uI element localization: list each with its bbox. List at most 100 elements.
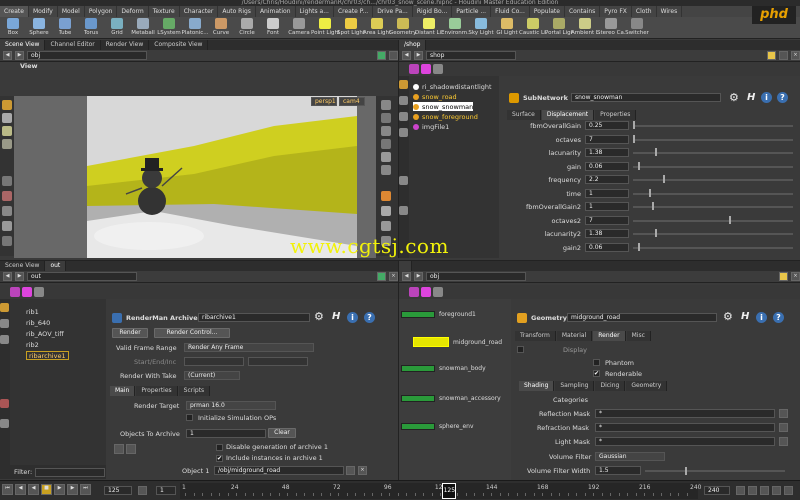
shelf-tab-deform[interactable]: Deform	[117, 6, 149, 17]
stop-icon[interactable]: ■	[41, 484, 52, 495]
param-slider-handle[interactable]	[638, 242, 640, 251]
link-icon[interactable]	[377, 272, 386, 281]
tab-main[interactable]: Main	[110, 386, 136, 396]
question-icon[interactable]: ?	[777, 92, 788, 103]
light-mask-chooser-icon[interactable]	[779, 437, 788, 446]
wireframe-icon[interactable]	[381, 126, 391, 136]
list-view-icon[interactable]	[409, 287, 419, 297]
tab-properties[interactable]: Properties	[136, 386, 178, 396]
reflection-mask-chooser-icon[interactable]	[779, 409, 788, 418]
shelf-tab-particle[interactable]: Particle ...	[452, 6, 492, 17]
param-field-fbmoverallgain[interactable]: 0.25	[585, 121, 629, 130]
tool-sky-light[interactable]: Sky Light	[468, 17, 494, 38]
shelf-tab-pyro-fx[interactable]: Pyro FX	[600, 6, 632, 17]
back-icon[interactable]: ◀	[3, 51, 12, 60]
select-tool-icon[interactable]	[2, 100, 12, 110]
shelf-tab-rigid-bo[interactable]: Rigid Bo...	[413, 6, 453, 17]
add-item-icon[interactable]	[114, 444, 124, 454]
forward-icon[interactable]: ▶	[15, 51, 24, 60]
shelf-tab-texture[interactable]: Texture	[149, 6, 180, 17]
info-icon[interactable]: i	[761, 92, 772, 103]
param-slider-handle[interactable]	[729, 215, 731, 224]
forward-icon[interactable]: ▶	[414, 272, 423, 281]
param-field-octaves[interactable]: 7	[585, 134, 629, 144]
filter-input[interactable]	[35, 467, 106, 477]
handle-tool-icon[interactable]	[2, 191, 12, 201]
shelf-tab-fluid-co[interactable]: Fluid Co...	[491, 6, 530, 17]
param-slider-handle[interactable]	[652, 202, 654, 210]
step-forward-icon[interactable]: ▶	[67, 484, 78, 495]
forward-icon[interactable]: ▶	[414, 51, 423, 60]
shelf-tab-lights-a[interactable]: Lights a...	[296, 6, 334, 17]
key-icon[interactable]	[736, 486, 745, 495]
back-icon[interactable]: ◀	[3, 272, 12, 281]
list-view-icon[interactable]	[409, 64, 419, 74]
tab-geometry[interactable]: Geometry	[626, 381, 668, 391]
shelf-tab-drive-pa[interactable]: Drive Pa...	[373, 6, 413, 17]
help-h-icon[interactable]: H	[747, 92, 755, 104]
close-icon[interactable]: ×	[389, 272, 398, 281]
forward-icon[interactable]: ▶	[15, 272, 24, 281]
point-numbers-icon[interactable]	[381, 152, 391, 162]
param-field-fbmoverallgain2[interactable]: 1	[585, 202, 629, 211]
node-name-field[interactable]: midground_road	[567, 313, 717, 322]
param-slider-lacunarity[interactable]	[633, 152, 793, 154]
tool-distant-li[interactable]: Distant Li...	[415, 17, 443, 38]
categories-field[interactable]	[595, 395, 775, 404]
network-node-foreground1[interactable]	[401, 311, 435, 318]
node-name-field[interactable]: ribarchive1	[198, 313, 310, 322]
tool-lsystem[interactable]: LSystem	[156, 17, 182, 38]
help-h-icon[interactable]: H	[332, 311, 340, 323]
question-icon[interactable]: ?	[773, 312, 784, 323]
volume-filter-menu[interactable]: Gaussian	[595, 452, 665, 461]
tree-view-icon[interactable]	[22, 287, 32, 297]
clear-button[interactable]: Clear	[268, 428, 296, 438]
network-node-snowman-body[interactable]	[401, 365, 435, 372]
obj-path-field[interactable]: obj	[426, 272, 526, 281]
lock-camera-icon[interactable]	[381, 191, 391, 201]
render-with-take-menu[interactable]: (Current)	[184, 371, 240, 380]
tab-dicing[interactable]: Dicing	[595, 381, 626, 391]
objects-to-archive-field[interactable]: 1	[186, 429, 266, 438]
snap-tool-icon[interactable]	[2, 236, 12, 246]
shelf-tab-wires[interactable]: Wires	[657, 6, 683, 17]
viewport-path-field[interactable]: obj	[27, 51, 147, 60]
shelf-tab-create-p[interactable]: Create P...	[334, 6, 374, 17]
tool-portal-light[interactable]: Portal Light	[545, 17, 573, 38]
tool-switcher[interactable]: Switcher	[624, 17, 650, 38]
render-control-button[interactable]: Render Control...	[154, 328, 230, 338]
tool-icon-3[interactable]	[0, 399, 9, 408]
tool-icon-4[interactable]	[0, 419, 9, 428]
render-target-menu[interactable]: prman 16.0	[186, 401, 276, 410]
question-icon[interactable]: ?	[364, 312, 375, 323]
back-icon[interactable]: ◀	[402, 51, 411, 60]
display-options-icon[interactable]	[381, 100, 391, 110]
out-path-field[interactable]: out	[27, 272, 137, 281]
cam-menu[interactable]: cam4	[339, 97, 365, 106]
shelf-tab-cloth[interactable]: Cloth	[632, 6, 657, 17]
tab-scene-view[interactable]: Scene View	[0, 261, 46, 271]
tab-channel-editor[interactable]: Channel Editor	[45, 40, 101, 50]
tool-sphere[interactable]: Sphere	[26, 17, 52, 38]
valid-frame-range-menu[interactable]: Render Any Frame	[184, 343, 314, 352]
start-field[interactable]	[184, 357, 244, 366]
camera-menu[interactable]: persp1	[311, 97, 337, 106]
tool-ambient-l[interactable]: Ambient L...	[571, 17, 599, 38]
object1-field[interactable]: /obj/midground_road	[214, 466, 344, 475]
tool-icon-2[interactable]	[0, 335, 9, 344]
shop-tree-item[interactable]: imgFile1	[413, 122, 449, 131]
current-frame-field[interactable]: 125	[104, 486, 132, 495]
param-slider-handle[interactable]	[638, 161, 640, 170]
rotate-tool-icon[interactable]	[2, 126, 12, 136]
tool-curve[interactable]: Curve	[208, 17, 234, 38]
network-node-midground-road[interactable]	[413, 337, 449, 347]
param-field-lacunarity2[interactable]: 1.38	[585, 229, 629, 238]
tree-view-icon[interactable]	[421, 64, 431, 74]
tab-render-view[interactable]: Render View	[101, 40, 150, 50]
param-slider-gain[interactable]	[633, 165, 793, 168]
shop-tree-item[interactable]: ri_shadowdistantlight	[413, 82, 492, 91]
play-icon[interactable]: ▶	[54, 484, 65, 495]
tab-shading[interactable]: Shading	[519, 381, 555, 391]
tool-grid[interactable]: Grid	[104, 17, 130, 38]
param-slider-handle[interactable]	[633, 121, 635, 129]
